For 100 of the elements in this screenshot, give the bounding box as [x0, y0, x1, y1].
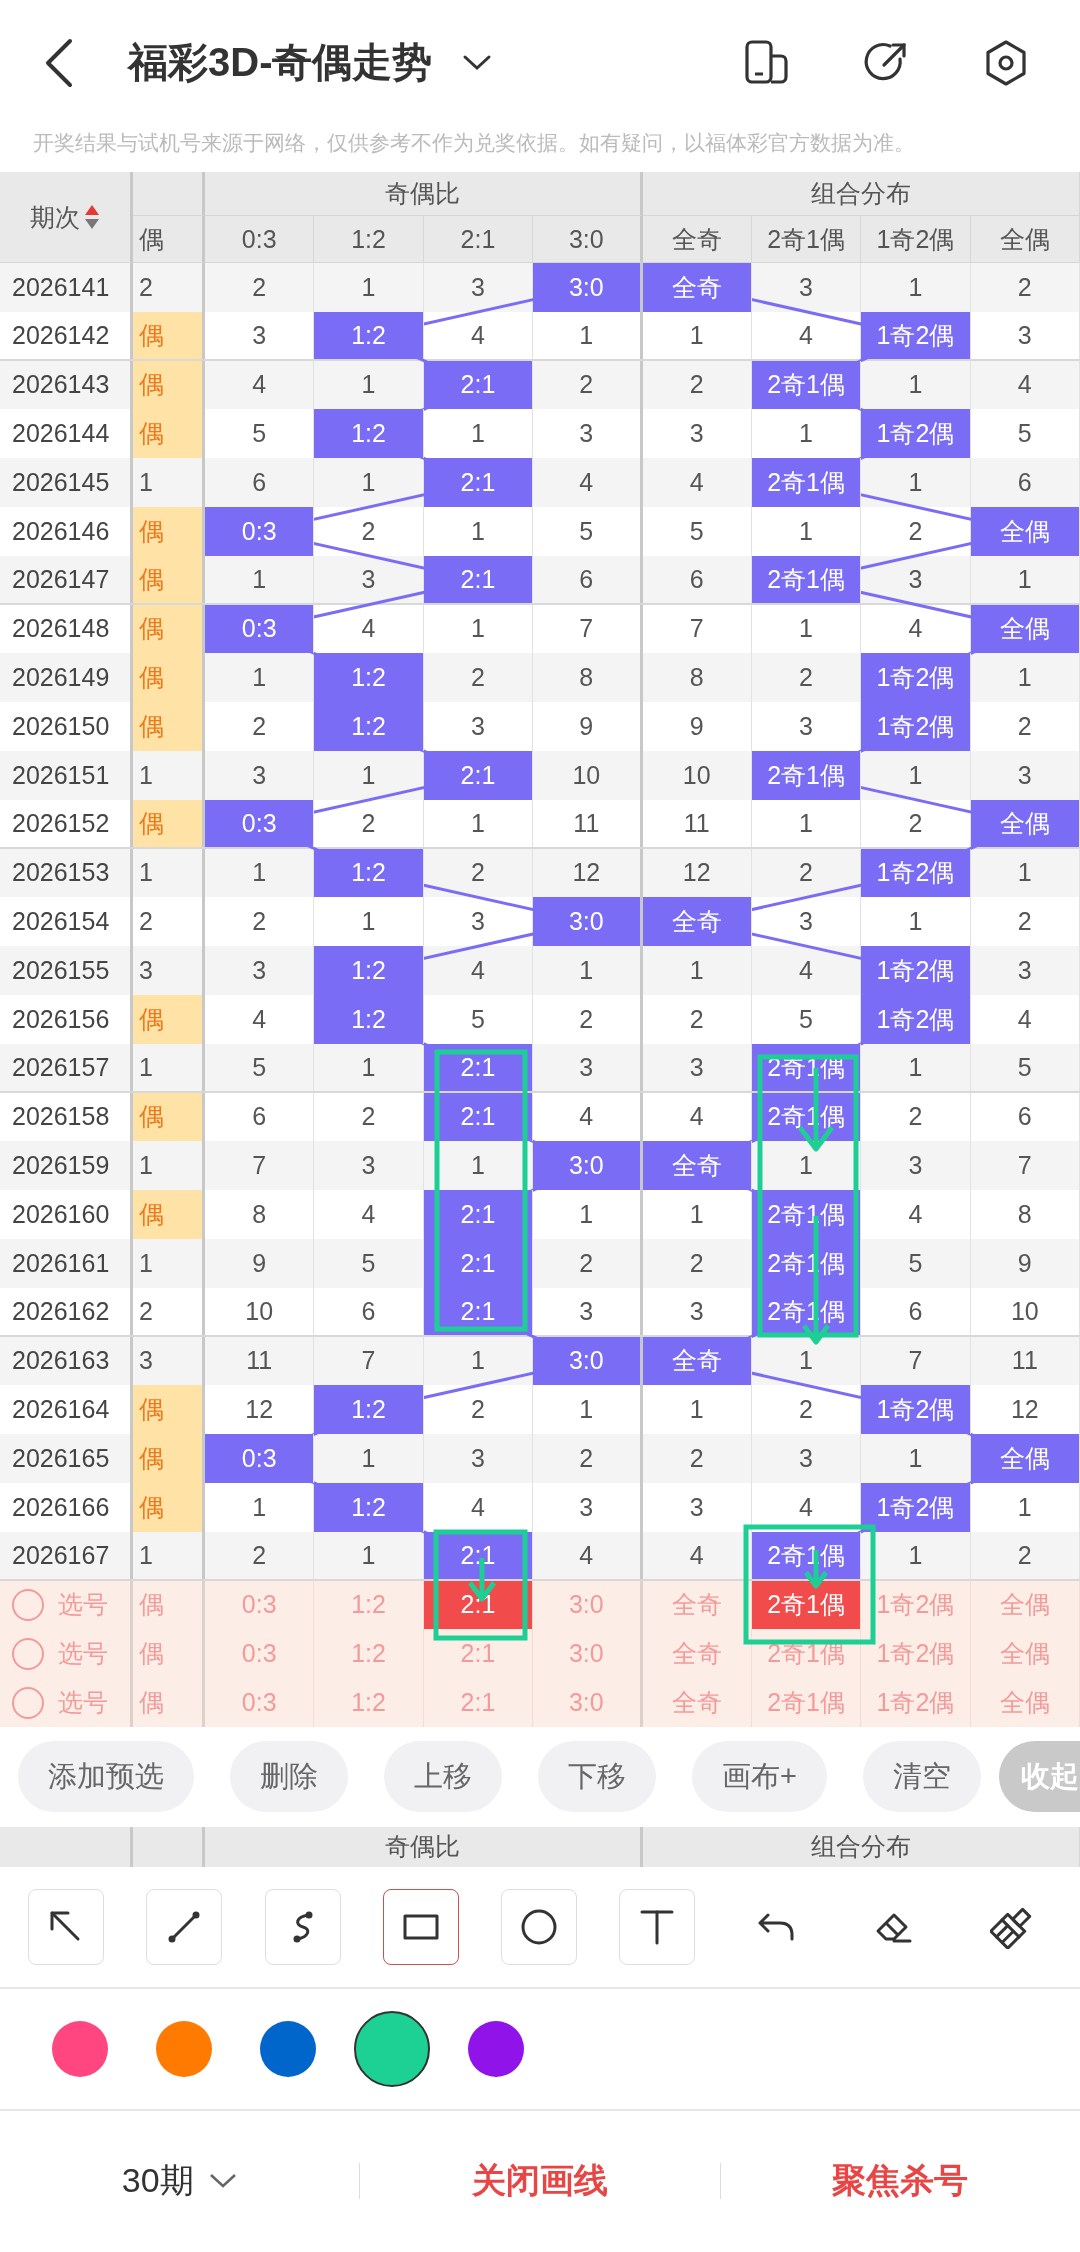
table-cell: 3 — [642, 1287, 752, 1335]
arrow-tool-icon[interactable] — [28, 1888, 104, 1965]
table-cell: 1奇2偶 — [861, 653, 971, 703]
table-cell: 2 — [205, 263, 315, 312]
table-cell: 4 — [314, 1190, 424, 1239]
table-cell: 偶 — [133, 1190, 205, 1239]
line-tool-icon[interactable] — [146, 1888, 223, 1965]
table-cell: 1 — [133, 1531, 205, 1579]
table-cell: 3 — [205, 750, 315, 800]
table-cell: 1:2 — [314, 994, 424, 1044]
action-button[interactable]: 下移 — [538, 1741, 656, 1813]
table-cell: 10 — [642, 750, 752, 800]
pick-option[interactable]: 全奇 — [642, 1678, 752, 1727]
color-swatch[interactable] — [260, 2020, 316, 2077]
pick-option[interactable]: 2奇1偶 — [751, 1678, 862, 1727]
circle-tool-icon[interactable] — [501, 1888, 577, 1965]
table-cell: 11 — [642, 799, 752, 847]
color-swatch[interactable] — [52, 2020, 108, 2077]
column-header: 2:1 — [460, 224, 496, 254]
table-cell: 4 — [642, 1531, 752, 1579]
table-cell: 1:2 — [314, 409, 424, 459]
table-cell: 1 — [423, 507, 534, 556]
table-cell: 全奇 — [642, 897, 752, 947]
table-cell: 1:2 — [314, 311, 424, 359]
table-cell: 2奇1偶 — [751, 458, 862, 507]
table-cell: 2奇1偶 — [751, 360, 862, 410]
table-cell: 3 — [423, 1434, 534, 1483]
action-button[interactable]: 删除 — [230, 1741, 348, 1813]
table-cell: 5 — [423, 994, 534, 1044]
action-button[interactable]: 清空 — [862, 1741, 981, 1813]
table-cell: 1奇2偶 — [861, 1385, 971, 1435]
table-cell: 8 — [970, 1190, 1080, 1239]
pick-option[interactable]: 偶 — [133, 1678, 205, 1727]
pick-option[interactable]: 2奇1偶 — [751, 1580, 862, 1630]
column-group-header: 奇偶比 — [384, 178, 460, 209]
table-cell: 全奇 — [642, 1141, 752, 1191]
table-cell: 1 — [314, 263, 424, 312]
pick-option[interactable]: 1:2 — [314, 1678, 424, 1727]
table-cell: 2 — [970, 1531, 1080, 1579]
table-cell: 3 — [423, 702, 534, 751]
table-cell: 5 — [970, 1043, 1080, 1091]
column-group-header: 组合分布 — [810, 178, 911, 209]
color-swatch[interactable] — [156, 2020, 212, 2077]
color-swatch[interactable] — [468, 2020, 524, 2077]
table-cell: 1:2 — [314, 848, 424, 898]
table-cell: 2 — [205, 1531, 315, 1579]
table-cell: 2 — [642, 1434, 752, 1483]
select-radio[interactable] — [12, 1637, 44, 1670]
pick-option[interactable]: 1奇2偶 — [861, 1678, 971, 1727]
table-cell: 全偶 — [970, 604, 1080, 654]
action-link[interactable]: 关闭画线 — [472, 2158, 608, 2205]
table-cell: 偶 — [133, 1482, 205, 1532]
table-cell: 1:2 — [314, 946, 424, 995]
select-radio[interactable] — [12, 1686, 44, 1719]
curve-tool-icon[interactable] — [264, 1888, 341, 1965]
table-cell: 1 — [751, 799, 862, 847]
table-cell: 2026167 — [0, 1531, 133, 1579]
table-cell: 偶 — [133, 1434, 205, 1483]
table-cell: 11 — [533, 799, 643, 847]
table-cell: 3 — [970, 750, 1080, 800]
table-cell: 偶 — [133, 702, 205, 751]
table-cell: 偶 — [133, 507, 205, 556]
table-cell: 5 — [205, 1043, 315, 1091]
table-cell: 5 — [861, 1238, 971, 1288]
period-select[interactable]: 30期 — [121, 2158, 238, 2205]
pick-option[interactable]: 2:1 — [423, 1678, 534, 1727]
column-header: 期次 — [30, 201, 80, 233]
text-tool-icon[interactable] — [619, 1888, 696, 1965]
dropdown-icon[interactable] — [462, 53, 493, 72]
column-header: 0:3 — [241, 224, 277, 254]
device-switch-icon[interactable] — [742, 38, 790, 87]
table-cell: 1奇2偶 — [861, 311, 971, 359]
action-button[interactable]: 画布+ — [692, 1741, 827, 1813]
pick-option[interactable]: 全偶 — [970, 1678, 1080, 1727]
action-button[interactable]: 上移 — [384, 1741, 502, 1813]
table-cell: 1 — [314, 1043, 424, 1091]
table-cell: 偶 — [133, 604, 205, 654]
action-link[interactable]: 聚焦杀号 — [832, 2158, 969, 2205]
pick-option[interactable]: 0:3 — [205, 1678, 315, 1727]
table-cell: 2026157 — [0, 1043, 133, 1091]
column-header: 全奇 — [671, 223, 722, 255]
column-header: 3:0 — [568, 224, 604, 254]
sort-icon[interactable] — [84, 204, 100, 230]
table-cell: 4 — [642, 458, 752, 507]
disclaimer-text: 开奖结果与试机号来源于网络，仅供参考不作为兑奖依据。如有疑问，以福体彩官方数据为准。 — [32, 130, 916, 156]
table-cell: 6 — [861, 1287, 971, 1335]
page-title: 福彩3D-奇偶走势 — [128, 39, 433, 86]
rectangle-tool-icon[interactable] — [382, 1888, 459, 1965]
pick-option[interactable]: 3:0 — [533, 1678, 643, 1727]
table-cell: 3 — [533, 1043, 643, 1091]
select-radio[interactable] — [12, 1588, 44, 1621]
table-cell: 3:0 — [533, 1141, 643, 1191]
table-cell: 全偶 — [970, 507, 1080, 556]
action-button[interactable]: 添加预选 — [18, 1741, 194, 1813]
table-cell: 1:2 — [314, 702, 424, 751]
table-cell: 2:1 — [423, 360, 534, 410]
table-cell: 1奇2偶 — [861, 409, 971, 459]
column-header: 1奇2偶 — [876, 223, 955, 255]
table-cell: 5 — [314, 1238, 424, 1288]
table-cell: 6 — [970, 458, 1080, 507]
